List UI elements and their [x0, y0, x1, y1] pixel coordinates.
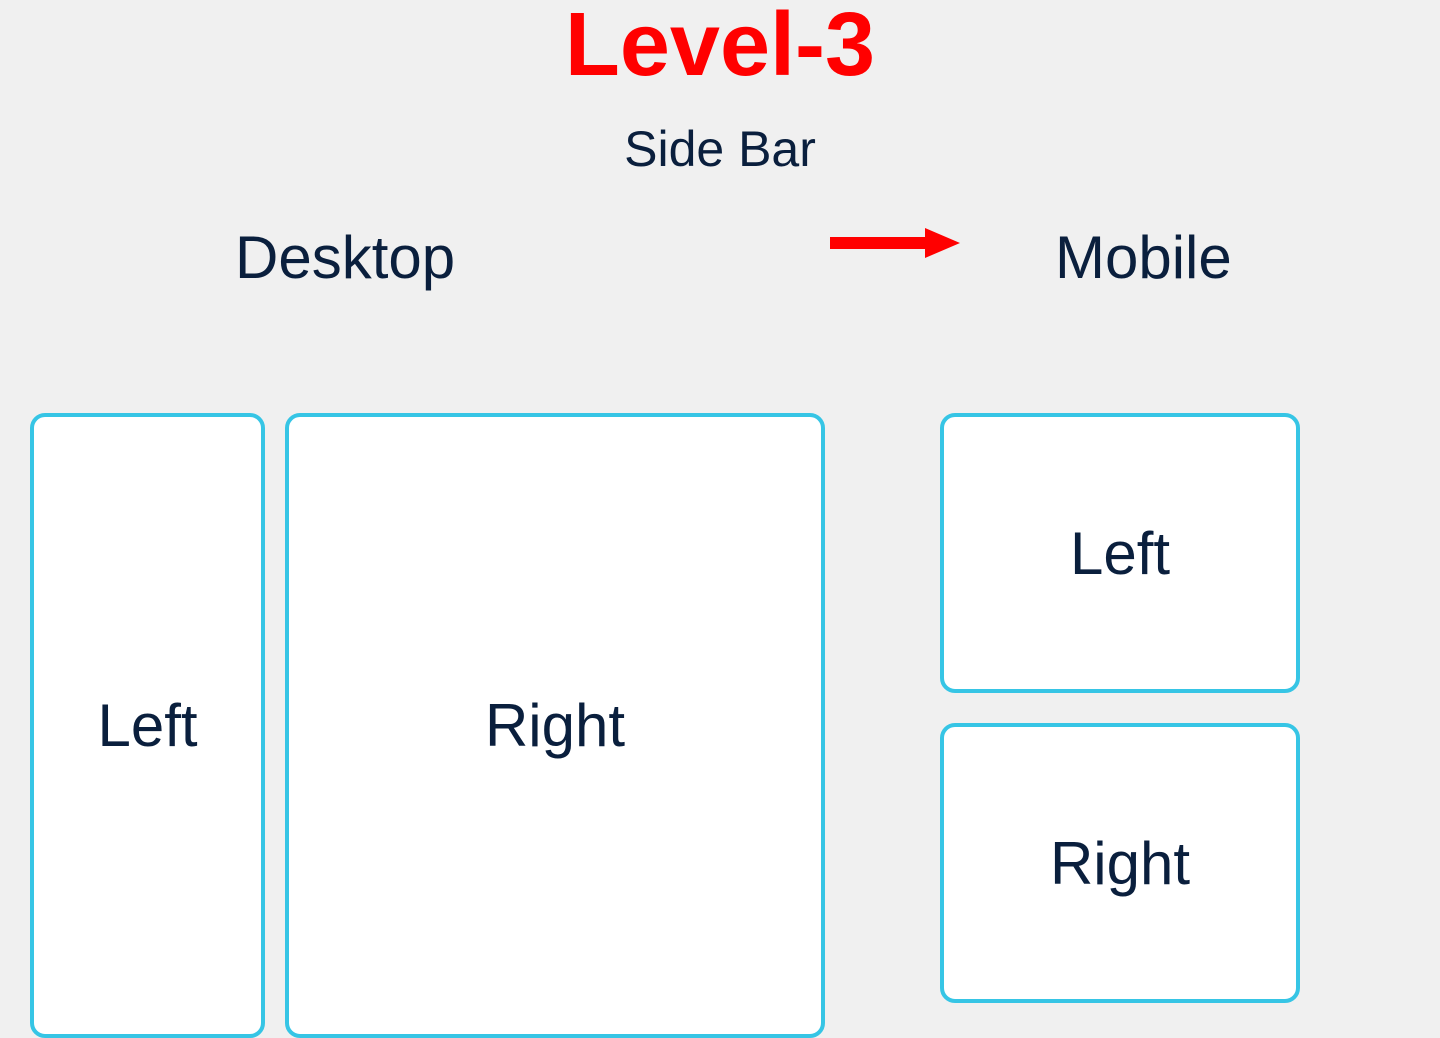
- mobile-right-label: Right: [1050, 829, 1190, 898]
- mobile-left-label: Left: [1070, 519, 1170, 588]
- mobile-layout: Left Right: [940, 413, 1300, 1038]
- desktop-layout: Left Right: [30, 413, 825, 1038]
- mobile-left-box: Left: [940, 413, 1300, 693]
- labels-row: Desktop Mobile: [0, 223, 1440, 303]
- page-title: Level-3: [0, 0, 1440, 90]
- arrow-icon: [830, 223, 960, 263]
- layout-group: Left Right Left Right: [0, 413, 1440, 1038]
- subtitle: Side Bar: [0, 120, 1440, 178]
- desktop-right-label: Right: [485, 691, 625, 760]
- desktop-left-box: Left: [30, 413, 265, 1038]
- desktop-label: Desktop: [235, 223, 455, 292]
- mobile-label: Mobile: [1055, 223, 1232, 292]
- desktop-right-box: Right: [285, 413, 825, 1038]
- desktop-left-label: Left: [97, 691, 197, 760]
- mobile-right-box: Right: [940, 723, 1300, 1003]
